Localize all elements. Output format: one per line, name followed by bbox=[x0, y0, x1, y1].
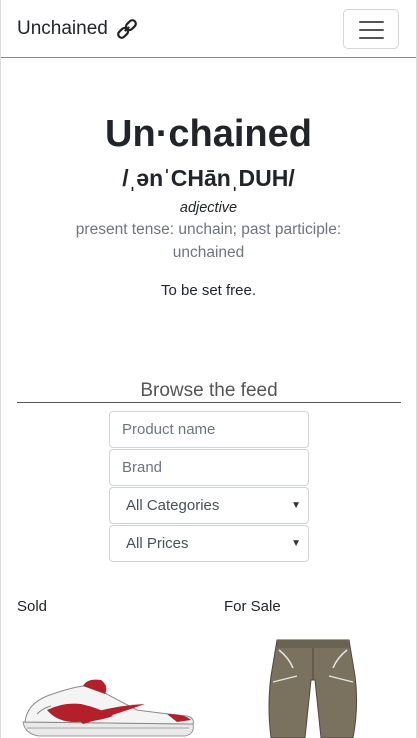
price-select[interactable]: All Prices ▼ bbox=[109, 525, 309, 562]
navbar: Unchained bbox=[1, 0, 416, 58]
sneaker-product-image[interactable] bbox=[17, 670, 197, 738]
chain-link-icon bbox=[115, 17, 139, 41]
price-selected-value: All Prices bbox=[126, 535, 189, 552]
for-sale-column-label: For Sale bbox=[224, 598, 281, 615]
word-forms: present tense: unchain; past participle:… bbox=[75, 221, 342, 261]
page-title: Un·chained bbox=[105, 113, 312, 155]
definition-section: Un·chained /ˌənˈCHānˌDUH/ adjective pres… bbox=[1, 112, 416, 301]
pronunciation: /ˌənˈCHānˌDUH/ bbox=[122, 165, 295, 191]
product-name-input[interactable] bbox=[109, 411, 309, 448]
definition-text: To be set free. bbox=[160, 282, 257, 299]
pants-product-image[interactable] bbox=[263, 636, 363, 738]
part-of-speech: adjective bbox=[179, 200, 238, 216]
dropdown-arrow-icon: ▼ bbox=[291, 538, 301, 549]
brand-input[interactable] bbox=[109, 449, 309, 486]
brand-name: Unchained bbox=[17, 18, 108, 39]
sold-column-label: Sold bbox=[17, 598, 48, 615]
dropdown-arrow-icon: ▼ bbox=[291, 500, 301, 511]
brand-link[interactable]: Unchained bbox=[17, 17, 139, 41]
category-selected-value: All Categories bbox=[126, 497, 220, 514]
hamburger-menu-icon[interactable] bbox=[343, 9, 399, 49]
category-select[interactable]: All Categories ▼ bbox=[109, 487, 309, 524]
page-frame: Unchained Un·chained /ˌənˈCHānˌDUH/ adje… bbox=[0, 0, 417, 738]
browse-heading: Browse the feed bbox=[17, 378, 401, 403]
